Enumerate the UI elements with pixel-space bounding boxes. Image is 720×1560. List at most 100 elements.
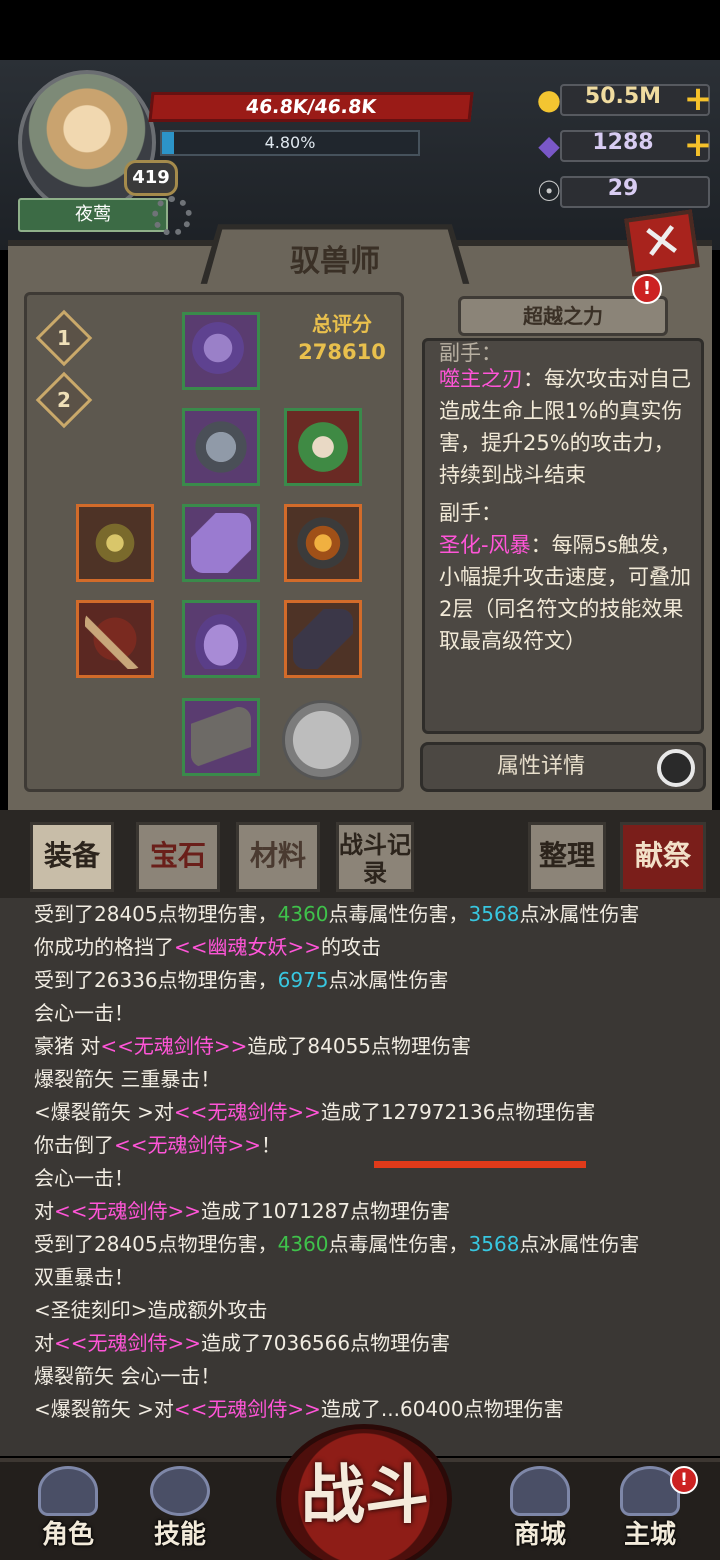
transcend-power-button[interactable]: 超越之力	[458, 296, 668, 336]
crossbow-icon	[85, 609, 145, 669]
rune-slot[interactable]	[282, 700, 362, 780]
boots-slot[interactable]	[182, 698, 260, 776]
magnifier-icon	[657, 749, 695, 787]
skill-2-name: 圣化-风暴	[439, 533, 531, 557]
nav-character-label: 角色	[41, 1520, 94, 1550]
log-line: 对<<无魂剑侍>>造成了7036566点物理伤害	[34, 1327, 694, 1360]
gold-coin-icon: ●	[536, 83, 562, 116]
pants-slot[interactable]	[182, 600, 260, 678]
log-text: 点毒属性伤害，	[328, 1232, 469, 1256]
skill-partial-header: 副手：	[439, 341, 502, 365]
log-text: 4360	[277, 902, 329, 926]
log-text: 受到了28405点物理伤害，	[34, 902, 278, 926]
log-text: 造成了127972136点物理伤害	[320, 1100, 596, 1124]
log-text: 豪猪 对	[34, 1034, 101, 1058]
attribute-details-button[interactable]: 属性详情	[420, 742, 706, 792]
log-text: ！	[261, 1133, 282, 1157]
tab-gems[interactable]: 宝石	[136, 822, 220, 892]
nav-shop[interactable]: 商城	[492, 1466, 588, 1556]
tab-equipment[interactable]: 装备	[30, 822, 114, 892]
log-line: 豪猪 对<<无魂剑侍>>造成了84055点物理伤害	[34, 1030, 694, 1063]
skill-description-panel[interactable]: 副手： 噬主之刃：每次攻击对自己造成生命上限1%的真实伤害，提升25%的攻击力，…	[422, 338, 704, 734]
rice-dumpling-icon	[293, 417, 353, 477]
trinket-slot[interactable]	[284, 504, 362, 582]
log-line: 受到了28405点物理伤害，4360点毒属性伤害，3568点冰属性伤害	[34, 898, 694, 931]
log-text: 对	[34, 1331, 54, 1355]
log-text: <爆裂箭矢 >对	[34, 1100, 174, 1124]
log-line: 会心一击！	[34, 997, 694, 1030]
total-score-value: 278610	[298, 340, 386, 364]
log-text: 点冰属性伤害	[519, 1232, 640, 1256]
tab-battle-log[interactable]: 战斗记录	[336, 822, 414, 892]
log-text: 造成了84055点物理伤害	[247, 1034, 472, 1058]
swirl-icon	[150, 1466, 210, 1516]
log-text: <圣徒刻印>造成额外攻击	[34, 1298, 268, 1322]
ring-slot[interactable]	[76, 504, 154, 582]
sort-button[interactable]: 整理	[528, 822, 606, 892]
log-text: 3568	[468, 902, 520, 926]
log-text: 造成了7036566点物理伤害	[201, 1331, 451, 1355]
log-line: 你成功的格挡了<<幽魂女妖>>的攻击	[34, 931, 694, 964]
add-gold-button[interactable]: +	[680, 82, 716, 118]
gear-icon[interactable]	[152, 196, 192, 236]
total-score-label: 总评分	[312, 312, 372, 336]
log-line: 爆裂箭矢 三重暴击！	[34, 1063, 694, 1096]
nav-skills-label: 技能	[153, 1520, 206, 1550]
log-text: 点冰属性伤害	[328, 968, 449, 992]
log-text: 受到了26336点物理伤害，	[34, 968, 278, 992]
helmet-slot[interactable]	[182, 312, 260, 390]
tab-materials[interactable]: 材料	[236, 822, 320, 892]
log-text: 对	[34, 1199, 54, 1223]
armor-icon	[191, 417, 251, 477]
log-text: 爆裂箭矢 三重暴击！	[34, 1067, 221, 1091]
log-line: 双重暴击！	[34, 1261, 694, 1294]
add-gem-button[interactable]: +	[680, 128, 716, 164]
offhand-slot[interactable]	[284, 600, 362, 678]
horn-value: 29	[607, 176, 639, 201]
log-text: 4360	[277, 1232, 329, 1256]
skirt-icon	[191, 609, 251, 669]
log-text: 3568	[468, 1232, 520, 1256]
player-level-badge: 419	[124, 160, 178, 196]
battle-label: 战斗	[301, 1459, 429, 1533]
battle-log[interactable]: 受到了28405点物理伤害，4360点毒属性伤害，3568点冰属性伤害 你成功的格…	[0, 898, 720, 1456]
log-line: 受到了26336点物理伤害，6975点冰属性伤害	[34, 964, 694, 997]
skill-2-header: 副手：	[439, 501, 502, 525]
log-monster-name: <<无魂剑侍>>	[173, 1397, 321, 1421]
alert-badge: !	[632, 274, 662, 304]
log-line: 爆裂箭矢 会心一击！	[34, 1360, 694, 1393]
belt-slot[interactable]	[182, 504, 260, 582]
ram-skull-icon: ☉	[536, 175, 562, 208]
log-line: 受到了28405点物理伤害，4360点毒属性伤害，3568点冰属性伤害	[34, 1228, 694, 1261]
armor-slot[interactable]	[182, 408, 260, 486]
log-monster-name: <<无魂剑侍>>	[114, 1133, 262, 1157]
weapon-slot[interactable]	[76, 600, 154, 678]
crystal-icon: ◆	[538, 129, 560, 162]
log-text: 受到了28405点物理伤害，	[34, 1232, 278, 1256]
xp-text: 4.80%	[264, 133, 316, 152]
flame-wreath-icon	[293, 513, 353, 573]
nav-skills[interactable]: 技能	[132, 1466, 228, 1556]
log-text: <爆裂箭矢 >对	[34, 1397, 174, 1421]
hp-bar: 46.8K/46.8K	[148, 92, 474, 122]
tent-icon	[510, 1466, 570, 1516]
boots-icon	[191, 707, 251, 767]
helmet-icon	[38, 1466, 98, 1516]
highlight-underline	[374, 1161, 586, 1168]
nav-character[interactable]: 角色	[20, 1466, 116, 1556]
close-button[interactable]: ✕	[624, 209, 700, 277]
log-text: 你成功的格挡了	[34, 935, 174, 959]
log-text: 爆裂箭矢 会心一击！	[34, 1364, 221, 1388]
log-line: <爆裂箭矢 >对<<无魂剑侍>>造成了127972136点物理伤害	[34, 1096, 694, 1129]
log-text: 造成了...60400点物理伤害	[320, 1397, 564, 1421]
gem-counter: ◆ 1288 +	[530, 128, 720, 164]
log-monster-name: <<无魂剑侍>>	[173, 1100, 321, 1124]
loadout-1-label: 1	[57, 326, 71, 350]
skill-1-name: 噬主之刃	[439, 367, 523, 391]
skill-text: 副手： 噬主之刃：每次攻击对自己造成生命上限1%的真实伤害，提升25%的攻击力，…	[439, 341, 695, 657]
sacrifice-button[interactable]: 献祭	[620, 822, 706, 892]
loadout-2-label: 2	[57, 388, 71, 412]
player-name: 夜莺	[18, 198, 168, 232]
amulet-slot[interactable]	[284, 408, 362, 486]
log-text: 你击倒了	[34, 1133, 114, 1157]
